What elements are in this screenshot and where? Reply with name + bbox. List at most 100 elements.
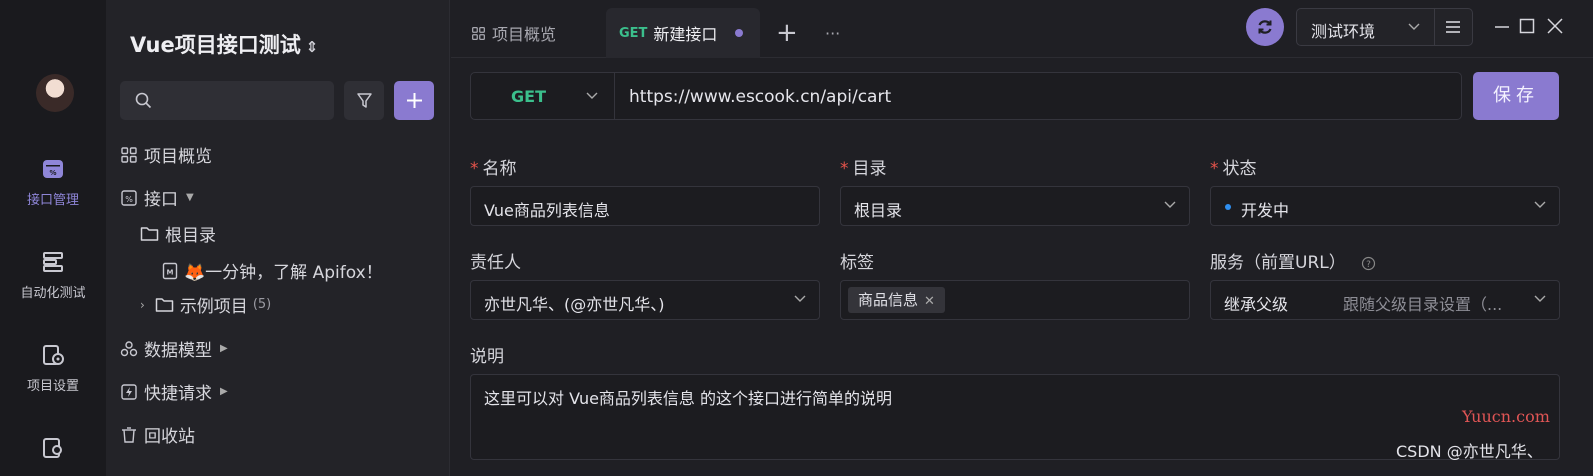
schema-icon (120, 340, 138, 356)
tree-item-quick-request[interactable]: 快捷请求 ▶ (120, 379, 228, 404)
environment-select[interactable]: 测试环境 (1296, 8, 1473, 46)
rail-item-project-settings[interactable]: 项目设置 (0, 343, 106, 394)
method-value: GET (511, 87, 546, 106)
filter-button[interactable] (344, 81, 384, 120)
settings-icon (43, 345, 64, 365)
tree-item-doc[interactable]: M 🦊一分钟，了解 Apifox！ (162, 258, 383, 283)
name-input[interactable]: Vue商品列表信息 (470, 186, 820, 226)
url-bar: GET https://www.escook.cn/api/cart (470, 72, 1462, 120)
environment-label: 测试环境 (1311, 22, 1376, 41)
chevron-down-icon (794, 295, 806, 302)
tree-label-overview: 项目概览 (144, 147, 212, 167)
sync-icon (1258, 20, 1272, 34)
grid-icon (121, 146, 137, 163)
more-tabs-button[interactable]: ··· (825, 8, 840, 58)
tree-item-root[interactable]: 根目录 (140, 221, 216, 246)
automation-icon (43, 252, 63, 272)
tree-label-trash: 回收站 (144, 427, 195, 447)
tab-new-api[interactable]: GET 新建接口 (606, 8, 760, 58)
tree-item-trash[interactable]: 回收站 (120, 422, 195, 447)
svg-text:%: % (125, 195, 133, 204)
required-marker: * (1210, 159, 1219, 179)
status-select[interactable]: 开发中 (1210, 186, 1560, 226)
service-label: 服务（前置URL） ? (1210, 248, 1376, 273)
tree-item-examples[interactable]: › 示例项目 (5) (140, 292, 271, 317)
directory-label-text: 目录 (852, 159, 887, 179)
unsaved-dot (735, 29, 744, 37)
search-input[interactable] (120, 81, 334, 120)
remove-tag-icon[interactable]: ✕ (924, 294, 935, 309)
rail-label-automation: 自动化测试 (20, 286, 86, 301)
markdown-doc-icon: M (162, 262, 178, 279)
tags-input[interactable]: 商品信息 ✕ (840, 280, 1190, 320)
examples-count: (5) (252, 297, 272, 312)
service-select[interactable]: 继承父级 跟随父级目录设置（... (1210, 280, 1560, 320)
members-icon (43, 438, 62, 458)
maximize-icon[interactable] (1517, 16, 1537, 36)
api-editor: GET https://www.escook.cn/api/cart 保存 * 名… (451, 58, 1593, 476)
save-button[interactable]: 保存 (1473, 72, 1559, 120)
add-button[interactable] (394, 81, 434, 120)
caret-right-icon: ▶ (220, 386, 228, 397)
trash-icon (122, 426, 136, 443)
name-label-text: 名称 (482, 159, 517, 179)
service-label-text: 服务（前置URL） (1210, 253, 1346, 273)
status-label: * 状态 (1210, 154, 1257, 179)
caret-down-icon: ▼ (186, 192, 194, 203)
plus-icon (407, 93, 422, 108)
avatar[interactable] (36, 74, 74, 112)
directory-value: 根目录 (854, 201, 903, 220)
tab-project-overview[interactable]: 项目概览 (471, 8, 556, 58)
required-marker: * (840, 159, 849, 179)
rail-label-api-management: 接口管理 (26, 193, 79, 208)
rail-item-members[interactable] (0, 436, 106, 468)
url-input[interactable]: https://www.escook.cn/api/cart (629, 87, 891, 107)
tree-item-overview[interactable]: 项目概览 (120, 142, 212, 167)
api-icon: % (43, 160, 63, 178)
menu-icon[interactable] (1444, 19, 1462, 35)
rail-item-api-management[interactable]: % 接口管理 (0, 157, 106, 208)
chevron-updown-icon: ⇕ (305, 38, 319, 56)
chevron-down-icon (1534, 295, 1546, 302)
svg-text:%: % (49, 169, 56, 177)
close-icon[interactable] (1545, 16, 1565, 36)
help-icon[interactable]: ? (1361, 256, 1376, 271)
chevron-right-icon: › (140, 297, 145, 312)
rail-item-automation[interactable]: 自动化测试 (0, 250, 106, 301)
method-select[interactable]: GET (471, 73, 615, 119)
tags-label: 标签 (840, 253, 874, 273)
owner-select[interactable]: 亦世凡华、(@亦世凡华、) (470, 280, 820, 320)
project-switcher[interactable]: Vue项目接口测试 ⇕ (130, 29, 318, 59)
tree-label-schemas: 数据模型 (144, 341, 212, 361)
add-tab-button[interactable]: + (776, 8, 798, 58)
tag-chip-label: 商品信息 (858, 291, 919, 309)
minimize-icon[interactable] (1492, 16, 1512, 36)
tree-item-schemas[interactable]: 数据模型 ▶ (120, 336, 228, 361)
svg-text:?: ? (1366, 260, 1371, 270)
tab-method-badge: GET (619, 25, 648, 41)
tag-chip[interactable]: 商品信息 ✕ (848, 287, 945, 313)
search-icon (135, 92, 152, 109)
chevron-down-icon (1164, 201, 1176, 208)
tree-item-apis[interactable]: % 接口 ▼ (120, 185, 194, 210)
sync-button[interactable] (1246, 8, 1284, 46)
description-label: 说明 (470, 347, 504, 367)
directory-label: * 目录 (840, 154, 887, 179)
svg-text:M: M (167, 268, 174, 276)
tree-label-doc: 🦊一分钟，了解 Apifox！ (184, 263, 383, 283)
project-title: Vue项目接口测试 (130, 33, 301, 57)
name-label: * 名称 (470, 154, 517, 179)
filter-icon (357, 93, 372, 108)
owner-label: 责任人 (470, 253, 521, 273)
watermark-author: CSDN @亦世凡华、 (1396, 442, 1543, 461)
folder-icon (155, 298, 174, 312)
name-value: Vue商品列表信息 (484, 201, 610, 220)
tree-label-examples: 示例项目 (179, 297, 248, 317)
lightning-icon (121, 383, 137, 400)
tree-label-quick-request: 快捷请求 (144, 384, 212, 404)
tab-label-new-api: 新建接口 (653, 25, 718, 44)
grid-icon (472, 26, 485, 40)
tree-label-root: 根目录 (165, 226, 216, 246)
service-hint: 跟随父级目录设置（... (1343, 295, 1503, 314)
directory-select[interactable]: 根目录 (840, 186, 1190, 226)
